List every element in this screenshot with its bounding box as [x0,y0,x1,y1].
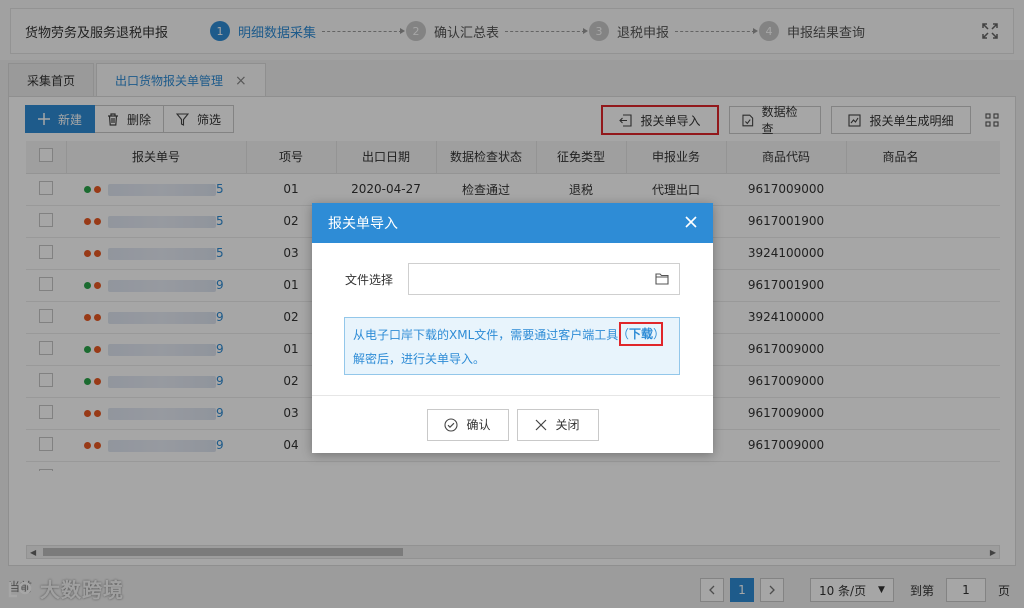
paren-close: ） [653,327,666,341]
close-button-label: 关闭 [555,418,580,432]
dialog-body: 文件选择 从电子口岸下载的XML文件，需要通过客户端工具 解密后，进行关单导入。… [312,243,713,395]
check-circle-icon [444,417,459,432]
confirm-button-label: 确认 [466,418,491,432]
close-icon[interactable] [683,214,699,230]
download-link-box[interactable]: （ 下载 ） [616,322,666,346]
download-link[interactable]: 下载 [629,322,653,346]
notice-line-2: 解密后，进行关单导入。 [353,352,486,366]
close-button[interactable]: 关闭 [516,408,599,441]
dialog-title: 报关单导入 [328,216,398,232]
file-select-label: 文件选择 [345,273,394,287]
x-icon [536,419,547,430]
import-dialog: 报关单导入 文件选择 从电子口岸下载的XML文件，需要通过客户端工具 解密后，进… [312,203,713,453]
notice-line-1: 从电子口岸下载的XML文件，需要通过客户端工具 [353,328,619,342]
file-select-input[interactable] [408,263,680,295]
dialog-header: 报关单导入 [312,203,713,243]
import-notice: 从电子口岸下载的XML文件，需要通过客户端工具 解密后，进行关单导入。 （ 下载… [344,317,680,375]
paren-open: （ [616,327,629,341]
dialog-footer: 确认 关闭 [312,395,713,453]
confirm-button[interactable]: 确认 [426,408,509,441]
folder-icon[interactable] [655,272,669,285]
